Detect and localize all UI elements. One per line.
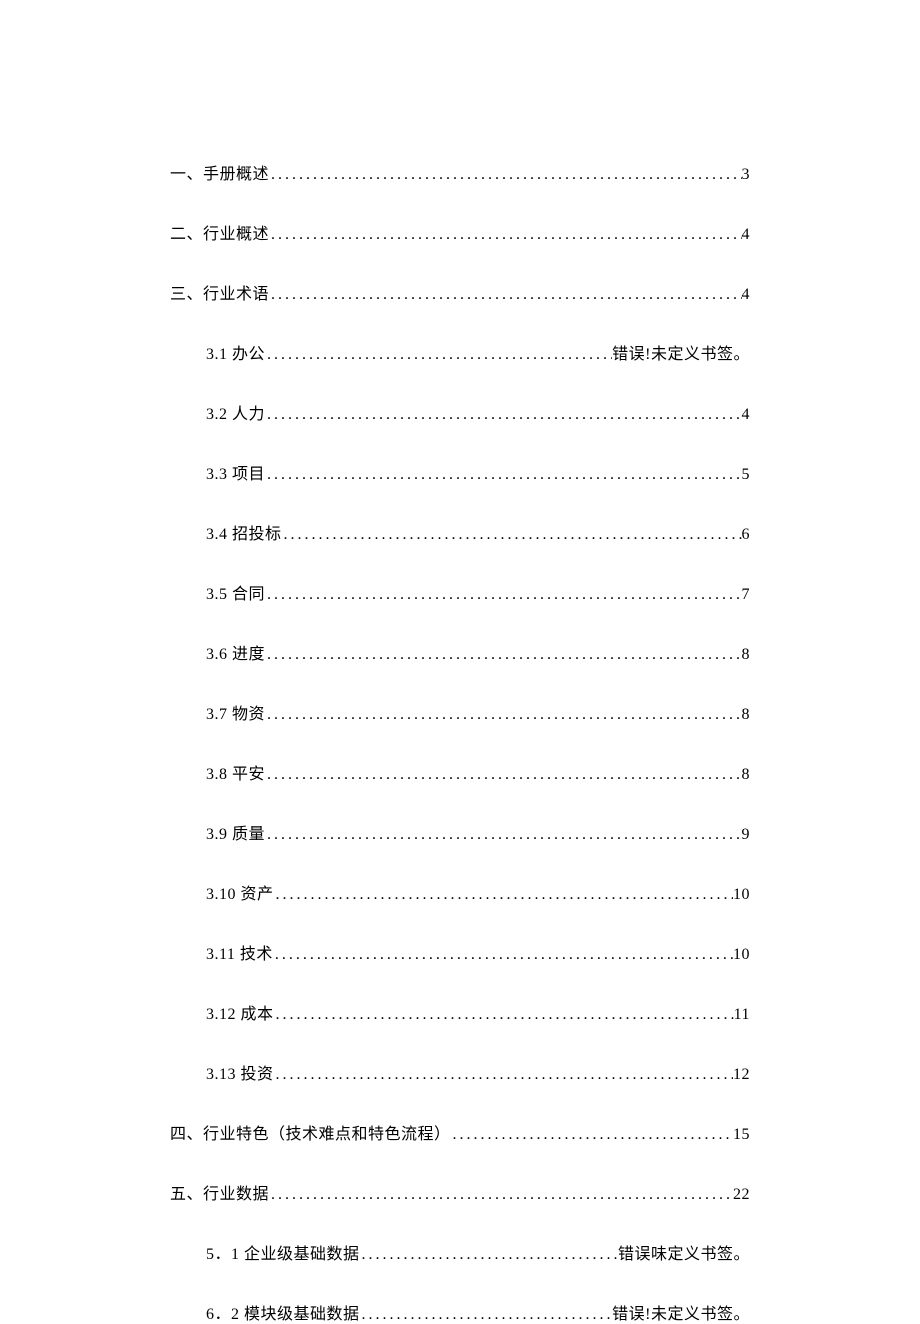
toc-entry-label: 3.10 资产 bbox=[206, 880, 274, 904]
toc-entry-label: 3.9 质量 bbox=[206, 820, 265, 844]
toc-leader-dots: ........................................… bbox=[274, 886, 733, 904]
toc-leader-dots: ........................................… bbox=[274, 1066, 733, 1084]
toc-entry: 3.6 进度..................................… bbox=[170, 640, 750, 664]
toc-entry: 3.5 合同..................................… bbox=[170, 580, 750, 604]
toc-leader-dots: ........................................… bbox=[265, 826, 741, 844]
toc-leader-dots: ........................................… bbox=[265, 646, 741, 664]
toc-entry-label: 6．2 模块级基础数据 bbox=[206, 1300, 360, 1324]
toc-entry-page: 12 bbox=[733, 1066, 750, 1084]
toc-entry-page: 22 bbox=[733, 1186, 750, 1204]
toc-entry-label: 3.11 技术 bbox=[206, 940, 273, 964]
toc-entry-label: 3.7 物资 bbox=[206, 700, 265, 724]
toc-entry-page: 15 bbox=[733, 1126, 750, 1144]
toc-entry-page: 7 bbox=[742, 586, 751, 604]
toc-entry: 三、行业术语..................................… bbox=[170, 280, 750, 304]
toc-leader-dots: ........................................… bbox=[269, 1186, 733, 1204]
toc-leader-dots: ........................................… bbox=[360, 1306, 613, 1324]
toc-entry-page: 5 bbox=[742, 466, 751, 484]
toc-leader-dots: ........................................… bbox=[265, 406, 741, 424]
toc-leader-dots: ........................................… bbox=[274, 1006, 734, 1024]
toc-entry: 二、行业概述..................................… bbox=[170, 220, 750, 244]
toc-leader-dots: ........................................… bbox=[269, 166, 741, 184]
toc-entry-page: 8 bbox=[742, 706, 751, 724]
toc-leader-dots: ........................................… bbox=[265, 706, 741, 724]
toc-entry-label: 四、行业特色（技术难点和特色流程） bbox=[170, 1120, 451, 1144]
toc-entry-page: 错误!未定义书签。 bbox=[612, 340, 750, 364]
toc-entry-label: 5．1 企业级基础数据 bbox=[206, 1240, 360, 1264]
toc-entry: 3.13 投资 ................................… bbox=[170, 1060, 750, 1084]
toc-entry-page: 6 bbox=[742, 526, 751, 544]
toc-entry-page: 10 bbox=[733, 946, 750, 964]
toc-entry-label: 3.2 人力 bbox=[206, 400, 265, 424]
toc-entry-label: 三、行业术语 bbox=[170, 280, 269, 304]
toc-entry-page: 9 bbox=[742, 826, 751, 844]
toc-leader-dots: ........................................… bbox=[269, 286, 741, 304]
toc-entry: 3.1 办公..................................… bbox=[170, 340, 750, 364]
toc-entry: 3.4 招投标.................................… bbox=[170, 520, 750, 544]
toc-leader-dots: ........................................… bbox=[451, 1126, 733, 1144]
toc-entry-label: 五、行业数据 bbox=[170, 1180, 269, 1204]
toc-entry-label: 3.3 项目 bbox=[206, 460, 265, 484]
toc-entry: 3.2 人力..................................… bbox=[170, 400, 750, 424]
toc-leader-dots: ........................................… bbox=[265, 466, 741, 484]
toc-entry: 3.10 资产 ................................… bbox=[170, 880, 750, 904]
toc-leader-dots: ........................................… bbox=[282, 526, 742, 544]
toc-entry-page: 4 bbox=[742, 406, 751, 424]
toc-leader-dots: ........................................… bbox=[269, 226, 741, 244]
toc-entry-page: 8 bbox=[742, 646, 751, 664]
toc-entry-label: 3.5 合同 bbox=[206, 580, 265, 604]
toc-entry: 3.8 平安..................................… bbox=[170, 760, 750, 784]
toc-leader-dots: ........................................… bbox=[360, 1246, 618, 1264]
toc-entry: 3.7 物资..................................… bbox=[170, 700, 750, 724]
toc-entry: 3.3 项目..................................… bbox=[170, 460, 750, 484]
toc-entry-label: 3.4 招投标 bbox=[206, 520, 282, 544]
toc-entry-label: 二、行业概述 bbox=[170, 220, 269, 244]
toc-entry: 5．1 企业级基础数据.............................… bbox=[170, 1240, 750, 1264]
toc-entry: 6．2 模块级基础数据.............................… bbox=[170, 1300, 750, 1324]
toc-entry-label: 3.13 投资 bbox=[206, 1060, 274, 1084]
toc-entry-label: 3.12 成本 bbox=[206, 1000, 274, 1024]
toc-entry: 3.9 质量..................................… bbox=[170, 820, 750, 844]
toc-entry-page: 4 bbox=[742, 226, 751, 244]
toc-entry: 四、行业特色（技术难点和特色流程） ......................… bbox=[170, 1120, 750, 1144]
table-of-contents: 一、手册概述..................................… bbox=[170, 160, 750, 1324]
toc-leader-dots: ........................................… bbox=[273, 946, 733, 964]
toc-leader-dots: ........................................… bbox=[265, 346, 612, 364]
toc-entry-page: 错误!未定义书签。 bbox=[612, 1300, 750, 1324]
toc-entry: 3.12 成本 ................................… bbox=[170, 1000, 750, 1024]
toc-leader-dots: ........................................… bbox=[265, 766, 741, 784]
toc-entry-label: 一、手册概述 bbox=[170, 160, 269, 184]
toc-entry-page: 4 bbox=[742, 286, 751, 304]
toc-entry-label: 3.1 办公 bbox=[206, 340, 265, 364]
toc-entry-label: 3.8 平安 bbox=[206, 760, 265, 784]
toc-entry-page: 错误味定义书签。 bbox=[618, 1240, 750, 1264]
toc-entry-page: 11 bbox=[734, 1006, 750, 1024]
toc-entry-page: 10 bbox=[733, 886, 750, 904]
toc-entry: 3.11 技术 ................................… bbox=[170, 940, 750, 964]
toc-leader-dots: ........................................… bbox=[265, 586, 741, 604]
toc-entry-page: 3 bbox=[742, 166, 751, 184]
toc-entry: 一、手册概述..................................… bbox=[170, 160, 750, 184]
toc-entry: 五、行业数据 .................................… bbox=[170, 1180, 750, 1204]
toc-entry-page: 8 bbox=[742, 766, 751, 784]
toc-entry-label: 3.6 进度 bbox=[206, 640, 265, 664]
